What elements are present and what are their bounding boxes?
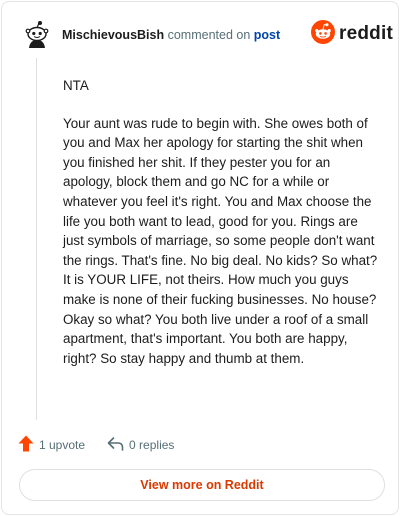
- comment-actions: 1 upvote 0 replies: [18, 435, 175, 455]
- comment-header: MischievousBish commented on post reddit: [2, 2, 398, 66]
- thread-line: [36, 58, 37, 420]
- reply-arrow-icon: [107, 436, 124, 454]
- view-more-on-reddit-button[interactable]: View more on Reddit: [19, 469, 385, 501]
- reddit-logo[interactable]: reddit: [311, 19, 393, 49]
- commented-on-text: commented on: [167, 28, 251, 42]
- upvote-arrow-icon: [18, 435, 34, 455]
- comment-embed-card: MischievousBish commented on post reddit…: [1, 1, 399, 515]
- comment-paragraph: Your aunt was rude to begin with. She ow…: [63, 115, 378, 366]
- reddit-logo-text: reddit: [339, 23, 393, 44]
- upvote-count: 1 upvote: [39, 438, 86, 452]
- upvote-button[interactable]: 1 upvote: [18, 435, 85, 455]
- comment-body: NTA Your aunt was rude to begin with. Sh…: [63, 76, 381, 368]
- post-link[interactable]: post: [254, 28, 280, 42]
- reddit-logo-icon: [311, 19, 335, 49]
- author-link[interactable]: MischievousBish: [62, 28, 164, 42]
- comment-byline: MischievousBish commented on post: [62, 27, 280, 43]
- comment-paragraph: NTA: [63, 78, 89, 93]
- replies-count: 0 replies: [129, 438, 175, 452]
- replies-button[interactable]: 0 replies: [107, 436, 175, 454]
- snoo-avatar-icon[interactable]: [23, 20, 51, 48]
